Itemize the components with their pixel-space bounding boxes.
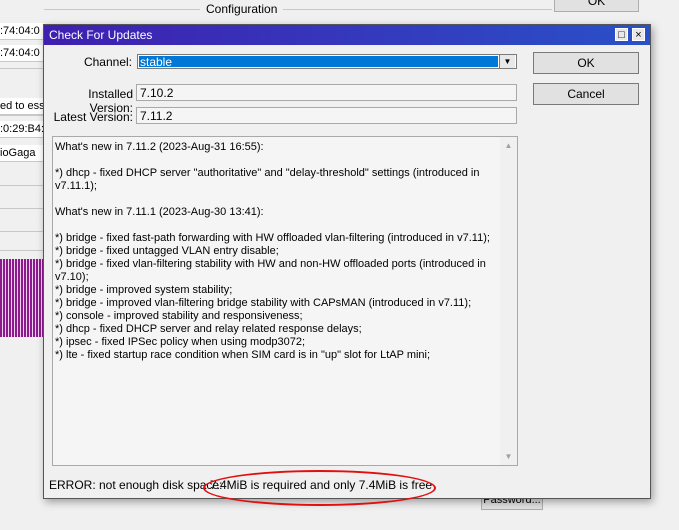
channel-label: Channel: [83, 55, 132, 69]
cancel-button[interactable]: Cancel [533, 83, 639, 105]
chevron-down-icon[interactable]: ▼ [499, 55, 515, 68]
dialog-title: Check For Updates [49, 28, 153, 42]
background-cell: :74:04:0 [0, 45, 44, 62]
red-annotation-ellipse [203, 470, 436, 506]
background-window-right-edge [651, 0, 679, 530]
scroll-down-icon[interactable]: ▼ [500, 448, 517, 465]
latest-version-field: 7.11.2 [136, 107, 517, 124]
latest-version-label: Latest Version: [53, 110, 133, 124]
background-divider [0, 208, 44, 209]
check-for-updates-dialog: Check For Updates □ × Channel: stable ▼ … [43, 24, 651, 499]
release-notes-scrollbar[interactable]: ▲ ▼ [500, 137, 517, 465]
ok-button[interactable]: OK [533, 52, 639, 74]
channel-select[interactable]: stable ▼ [137, 54, 517, 69]
dialog-titlebar[interactable]: Check For Updates □ × [44, 25, 650, 45]
release-notes-text: What's new in 7.11.2 (2023-Aug-31 16:55)… [55, 141, 490, 361]
background-group-line [44, 9, 552, 10]
background-cell: :0:29:B4:0 [0, 121, 44, 138]
scroll-up-icon[interactable]: ▲ [500, 137, 517, 154]
status-error-prefix: ERROR: not enough disk space: [49, 478, 223, 492]
channel-selected-value: stable [139, 56, 498, 68]
background-cell: :74:04:0 [0, 23, 44, 40]
background-divider [0, 115, 44, 116]
background-divider [0, 185, 44, 186]
release-notes-textarea[interactable]: What's new in 7.11.2 (2023-Aug-31 16:55)… [52, 136, 518, 466]
background-divider [0, 231, 44, 232]
background-divider [0, 68, 44, 69]
background-group-title: Configuration [200, 2, 284, 16]
background-window-left-panel: :74:04:0 :74:04:0 ed to ess :0:29:B4:0 i… [0, 0, 44, 530]
close-icon[interactable]: × [632, 28, 645, 41]
installed-version-field: 7.10.2 [136, 84, 517, 101]
background-cell: ed to ess [0, 98, 44, 115]
background-traffic-graph [0, 259, 44, 337]
background-cell: ioGaga [0, 145, 44, 162]
background-ok-button[interactable]: OK [554, 0, 639, 12]
maximize-icon[interactable]: □ [615, 28, 628, 41]
background-divider [0, 250, 44, 251]
